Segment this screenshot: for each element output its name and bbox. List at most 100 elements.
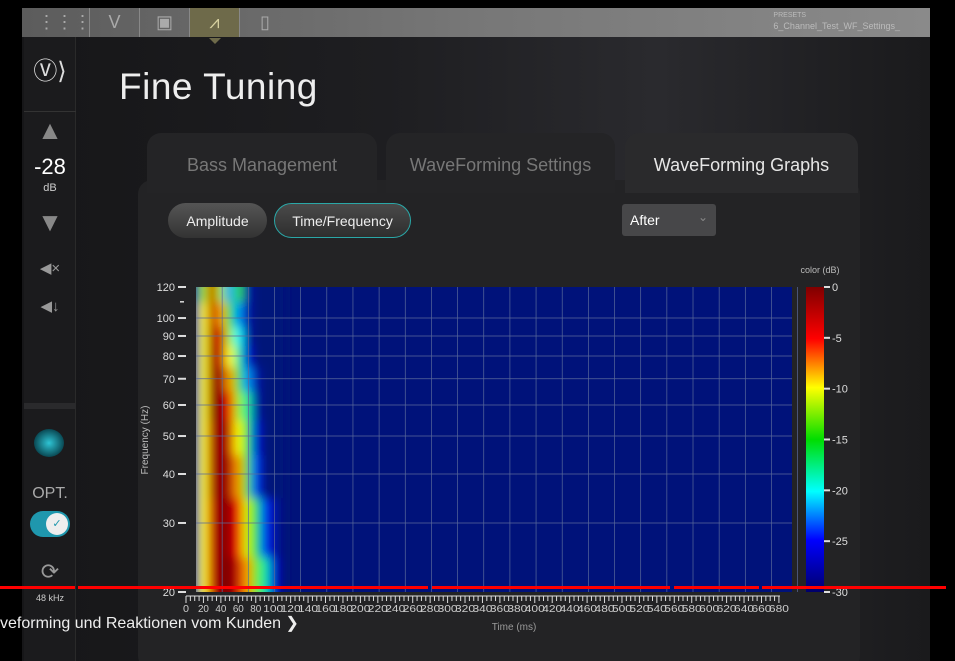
colorbar-label: color (dB) bbox=[800, 265, 839, 275]
chapter-segment[interactable] bbox=[674, 586, 759, 589]
heatmap-cell bbox=[196, 498, 200, 558]
chapter-segment[interactable] bbox=[78, 586, 428, 589]
heatmap-cell bbox=[199, 498, 209, 558]
heatmap-cell bbox=[242, 420, 252, 456]
heatmap-cell bbox=[207, 287, 218, 304]
heatmap-cell bbox=[225, 455, 235, 499]
heatmap-cell bbox=[199, 327, 209, 347]
heatmap-cell bbox=[268, 327, 279, 347]
heatmap-cell bbox=[225, 327, 235, 347]
heatmap-cell bbox=[207, 391, 218, 422]
heatmap-cell bbox=[260, 498, 270, 558]
y-tick-label: 30 bbox=[163, 518, 175, 530]
heatmap-cell bbox=[242, 302, 252, 328]
heatmap-cell bbox=[196, 287, 200, 304]
heatmap-cell bbox=[233, 302, 244, 328]
heatmap-cells bbox=[196, 287, 287, 592]
y-tick-label: 70 bbox=[163, 374, 175, 386]
heatmap-cell bbox=[233, 498, 244, 558]
heatmap-cell bbox=[207, 345, 218, 368]
heatmap-cell bbox=[199, 345, 209, 368]
heatmap-cell bbox=[216, 345, 226, 368]
heatmap-cell bbox=[268, 498, 279, 558]
heatmap-cell bbox=[260, 287, 270, 304]
heatmap-cell bbox=[251, 367, 261, 393]
x-tick-label: 680 bbox=[769, 604, 790, 615]
heatmap-cell bbox=[196, 367, 200, 393]
heatmap-cell bbox=[233, 420, 244, 456]
heatmap-cell bbox=[216, 302, 226, 328]
chevron-right-icon: ❯ bbox=[285, 615, 299, 632]
heatmap-cell bbox=[260, 391, 270, 422]
heatmap-cell bbox=[260, 420, 270, 456]
heatmap-cell bbox=[251, 455, 261, 499]
heatmap-cell bbox=[225, 367, 235, 393]
heatmap-cell bbox=[251, 302, 261, 328]
chapter-title-link[interactable]: veforming und Reaktionen vom Kunden ❯ bbox=[0, 613, 299, 633]
heatmap-cell bbox=[225, 302, 235, 328]
heatmap-cell bbox=[268, 455, 279, 499]
heatmap-cell bbox=[207, 455, 218, 499]
heatmap-cell bbox=[242, 498, 252, 558]
heatmap-cell bbox=[216, 367, 226, 393]
heatmap-cell bbox=[207, 302, 218, 328]
heatmap-cell bbox=[196, 420, 200, 456]
heatmap-cell bbox=[216, 327, 226, 347]
heatmap-cell bbox=[251, 391, 261, 422]
heatmap-cell bbox=[268, 391, 279, 422]
heatmap-cell bbox=[260, 302, 270, 328]
colorbar-tick-label: -10 bbox=[832, 384, 848, 396]
heatmap-cell bbox=[233, 287, 244, 304]
heatmap-cell bbox=[242, 367, 252, 393]
colorbar-tick-label: -25 bbox=[832, 536, 848, 548]
heatmap-cell bbox=[216, 287, 226, 304]
heatmap-cell bbox=[207, 367, 218, 393]
heatmap-cell bbox=[207, 498, 218, 558]
heatmap-cell bbox=[196, 391, 200, 422]
video-progress-bar[interactable] bbox=[0, 586, 946, 589]
heatmap-cell bbox=[196, 345, 200, 368]
chapter-segment[interactable] bbox=[432, 586, 670, 589]
heatmap-cell bbox=[277, 367, 287, 393]
chapter-segment[interactable] bbox=[0, 586, 75, 589]
chapter-segment[interactable] bbox=[762, 586, 946, 589]
heatmap-cell bbox=[199, 455, 209, 499]
heatmap-cell bbox=[199, 367, 209, 393]
heatmap-cell bbox=[242, 455, 252, 499]
y-tick-label: 120 bbox=[157, 282, 175, 294]
heatmap-cell bbox=[233, 327, 244, 347]
y-tick-label: 100 bbox=[157, 313, 175, 325]
x-axis-label: Time (ms) bbox=[492, 622, 537, 633]
heatmap-cell bbox=[277, 498, 287, 558]
heatmap-cell bbox=[242, 391, 252, 422]
y-axis: 2030405060708090100120 bbox=[157, 282, 186, 599]
heatmap-cell bbox=[233, 345, 244, 368]
heatmap-cell bbox=[199, 420, 209, 456]
heatmap-cell bbox=[225, 420, 235, 456]
heatmap-cell bbox=[225, 345, 235, 368]
heatmap-cell bbox=[216, 420, 226, 456]
heatmap-cell bbox=[233, 367, 244, 393]
heatmap-cell bbox=[260, 455, 270, 499]
heatmap-cell bbox=[268, 345, 279, 368]
colorbar-tick-label: -15 bbox=[832, 435, 848, 447]
heatmap-cell bbox=[225, 498, 235, 558]
heatmap-cell bbox=[199, 302, 209, 328]
colorbar bbox=[806, 287, 824, 592]
y-tick-label: 60 bbox=[163, 400, 175, 412]
heatmap-cell bbox=[196, 302, 200, 328]
heatmap-cell bbox=[216, 498, 226, 558]
heatmap-cell bbox=[225, 287, 235, 304]
colorbar-tick-label: -20 bbox=[832, 485, 848, 497]
heatmap-cell bbox=[196, 455, 200, 499]
heatmap-cell bbox=[251, 420, 261, 456]
heatmap-cell bbox=[216, 455, 226, 499]
heatmap-cell bbox=[277, 391, 287, 422]
heatmap-cell bbox=[233, 455, 244, 499]
heatmap-cell bbox=[199, 391, 209, 422]
heatmap-cell bbox=[233, 391, 244, 422]
heatmap-cell bbox=[268, 420, 279, 456]
y-tick-label: 80 bbox=[163, 351, 175, 363]
heatmap-cell bbox=[277, 420, 287, 456]
y-tick-label: 40 bbox=[163, 469, 175, 481]
